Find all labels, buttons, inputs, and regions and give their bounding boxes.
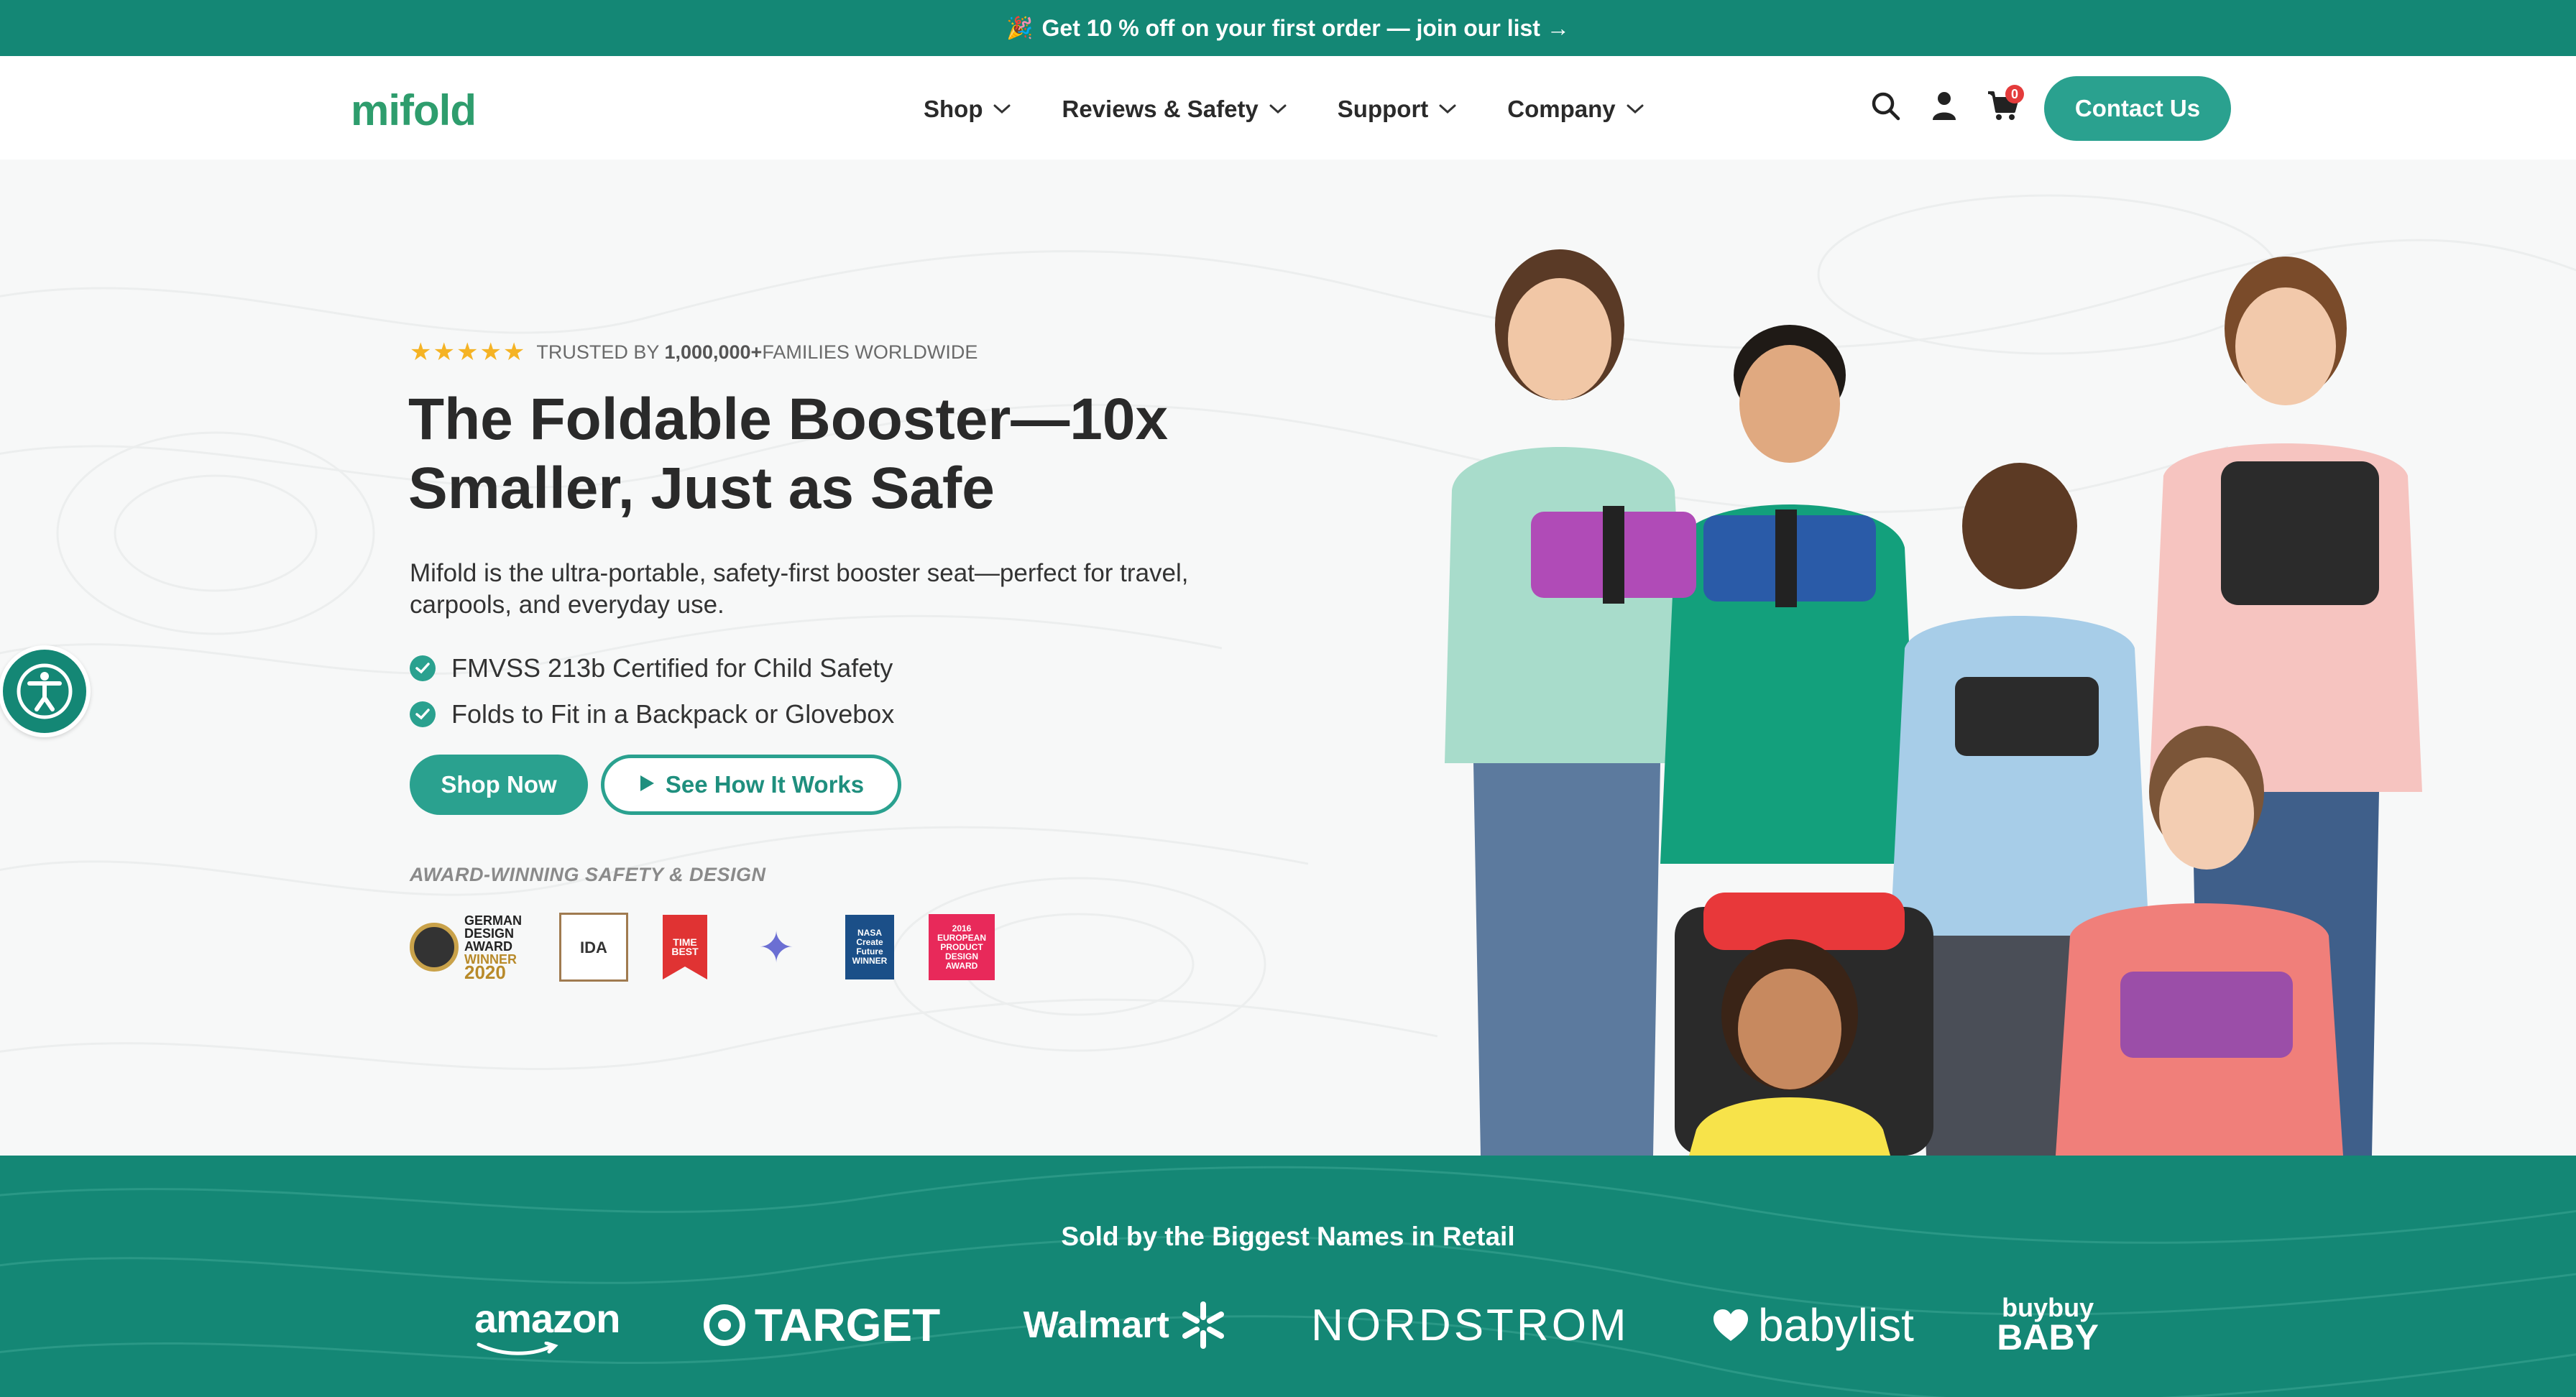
amazon-smile-icon [477,1341,558,1355]
chevron-down-icon [1626,103,1644,115]
mifold-logo[interactable]: mi fold [351,85,477,135]
feature-item: FMVSS 213b Certified for Child Safety [410,645,894,691]
nasa-line: NASA [857,928,882,938]
header-icons: 0 [1869,85,2024,122]
target-bullseye-icon [703,1304,745,1346]
trust-count: 1,000,000+ [664,341,763,363]
bbb-top: buybuy [2002,1293,2094,1322]
trust-line: ★★★★★ TRUSTED BY 1,000,000+FAMILIES WORL… [410,338,978,366]
search-icon[interactable] [1869,89,1902,122]
walmart-wordmark: Walmart [1023,1304,1169,1346]
hero-headline: The Foldable Booster—10x Smaller, Just a… [408,385,1235,523]
bbb-bottom: BABY [1997,1317,2099,1357]
logo-part-mi: mi [351,86,400,134]
time-best-inventions-badge: TIME BEST [663,915,707,979]
account-icon[interactable] [1928,89,1961,122]
german-design-award-badge: GERMAN DESIGN AWARD WINNER 2020 [410,911,525,983]
nav-support[interactable]: Support [1338,88,1457,131]
retail-logos: amazon TARGET Walmart NORDSTROM babylist… [474,1293,2099,1357]
main-nav: Shop Reviews & Safety Support Company [924,88,1644,131]
accessibility-button[interactable] [0,645,91,737]
amazon-logo[interactable]: amazon [474,1295,620,1356]
target-wordmark: TARGET [754,1299,941,1351]
epda-line: EUROPEAN [937,932,986,943]
babylist-wordmark: babylist [1757,1299,1914,1351]
nav-company[interactable]: Company [1507,88,1644,131]
nav-reviews-safety[interactable]: Reviews & Safety [1062,88,1287,131]
european-product-design-award-badge: 2016 EUROPEAN PRODUCT DESIGN AWARD [929,914,995,980]
babylist-logo[interactable]: babylist [1712,1299,1914,1352]
nordstrom-logo[interactable]: NORDSTROM [1311,1300,1629,1351]
check-circle-icon [410,655,436,681]
site-header: mi fold Shop Reviews & Safety Support Com… [0,56,2576,162]
feature-item: Folds to Fit in a Backpack or Glovebox [410,691,894,737]
amazon-wordmark: amazon [474,1295,620,1341]
hero-subtitle: Mifold is the ultra-portable, safety-fir… [410,559,1189,619]
nav-support-label: Support [1337,96,1429,122]
epda-line: 2016 [952,923,972,933]
trust-text: TRUSTED BY 1,000,000+FAMILIES WORLDWIDE [536,341,978,364]
walmart-spark-icon [1182,1301,1224,1349]
epda-line: DESIGN [944,951,978,962]
buybuy-baby-logo[interactable]: buybuy BABY [1997,1293,2099,1357]
rating-stars-icon: ★★★★★ [410,338,527,366]
announcement-bar[interactable]: 🎉 Get 10 % off on your first order — joi… [0,0,2576,56]
nasa-line: Create [856,937,883,947]
star-award-icon: ✦ [758,923,795,972]
child-figure [1675,893,1933,1156]
target-logo[interactable]: TARGET [703,1299,940,1352]
chevron-down-icon [1438,103,1457,115]
child-figure [1445,249,1689,1156]
nasa-tech-briefs-badge: NASA Create Future WINNER [845,915,894,979]
nav-shop-label: Shop [924,96,983,122]
awards-title: AWARD-WINNING SAFETY & DESIGN [410,864,766,885]
nav-company-label: Company [1507,96,1616,122]
trust-prefix: TRUSTED BY [536,341,665,363]
kids-holding-boosters-image [1445,249,2422,1156]
gda-line: DESIGN [464,926,515,941]
feature-text: Folds to Fit in a Backpack or Glovebox [451,699,895,729]
play-icon [638,771,656,798]
time-line: BEST [671,946,699,957]
topographic-background [0,1166,2576,1397]
cart-count-badge: 0 [2005,85,2024,103]
walmart-logo[interactable]: Walmart [1024,1300,1228,1350]
logo-part-fold: fold [400,86,477,134]
check-circle-icon [410,701,436,727]
nav-shop[interactable]: Shop [924,88,1011,131]
cart-icon[interactable]: 0 [1987,85,2024,122]
contact-us-button[interactable]: Contact Us [2044,76,2231,141]
party-icon: 🎉 [1006,16,1034,40]
ida-award-badge: IDA [559,913,628,982]
see-how-it-works-button[interactable]: See How It Works [601,755,901,815]
gda-line: AWARD [464,939,512,954]
trust-suffix: FAMILIES WORLDWIDE [762,341,978,363]
announcement-text: Get 10 % off on your first order — join … [1041,14,1570,41]
headline-line-2: Smaller, Just as Safe [408,456,995,521]
chevron-down-icon [993,103,1011,115]
heart-icon [1713,1309,1748,1341]
nasa-line: Future [856,946,883,956]
nasa-line: WINNER [852,956,888,966]
shop-now-button[interactable]: Shop Now [410,755,588,815]
medal-icon [410,923,459,972]
epda-line: AWARD [945,960,978,971]
epda-line: PRODUCT [940,941,983,952]
gda-line: GERMAN [464,913,522,928]
retail-title: Sold by the Biggest Names in Retail [1061,1222,1515,1251]
feature-text: FMVSS 213b Certified for Child Safety [451,653,893,683]
nav-reviews-label: Reviews & Safety [1062,96,1259,122]
retail-partners-section: Sold by the Biggest Names in Retail amaz… [0,1156,2576,1397]
hero-section: ★★★★★ TRUSTED BY 1,000,000+FAMILIES WORL… [0,160,2576,1156]
awards-row: GERMAN DESIGN AWARD WINNER 2020 IDA TIME… [410,911,995,983]
headline-line-1: The Foldable Booster—10x [408,387,1169,452]
gda-year: 2020 [464,961,506,983]
accessibility-icon [17,663,73,719]
chevron-down-icon [1269,103,1287,115]
see-how-label: See How It Works [665,771,865,798]
feature-list: FMVSS 213b Certified for Child Safety Fo… [410,645,894,737]
